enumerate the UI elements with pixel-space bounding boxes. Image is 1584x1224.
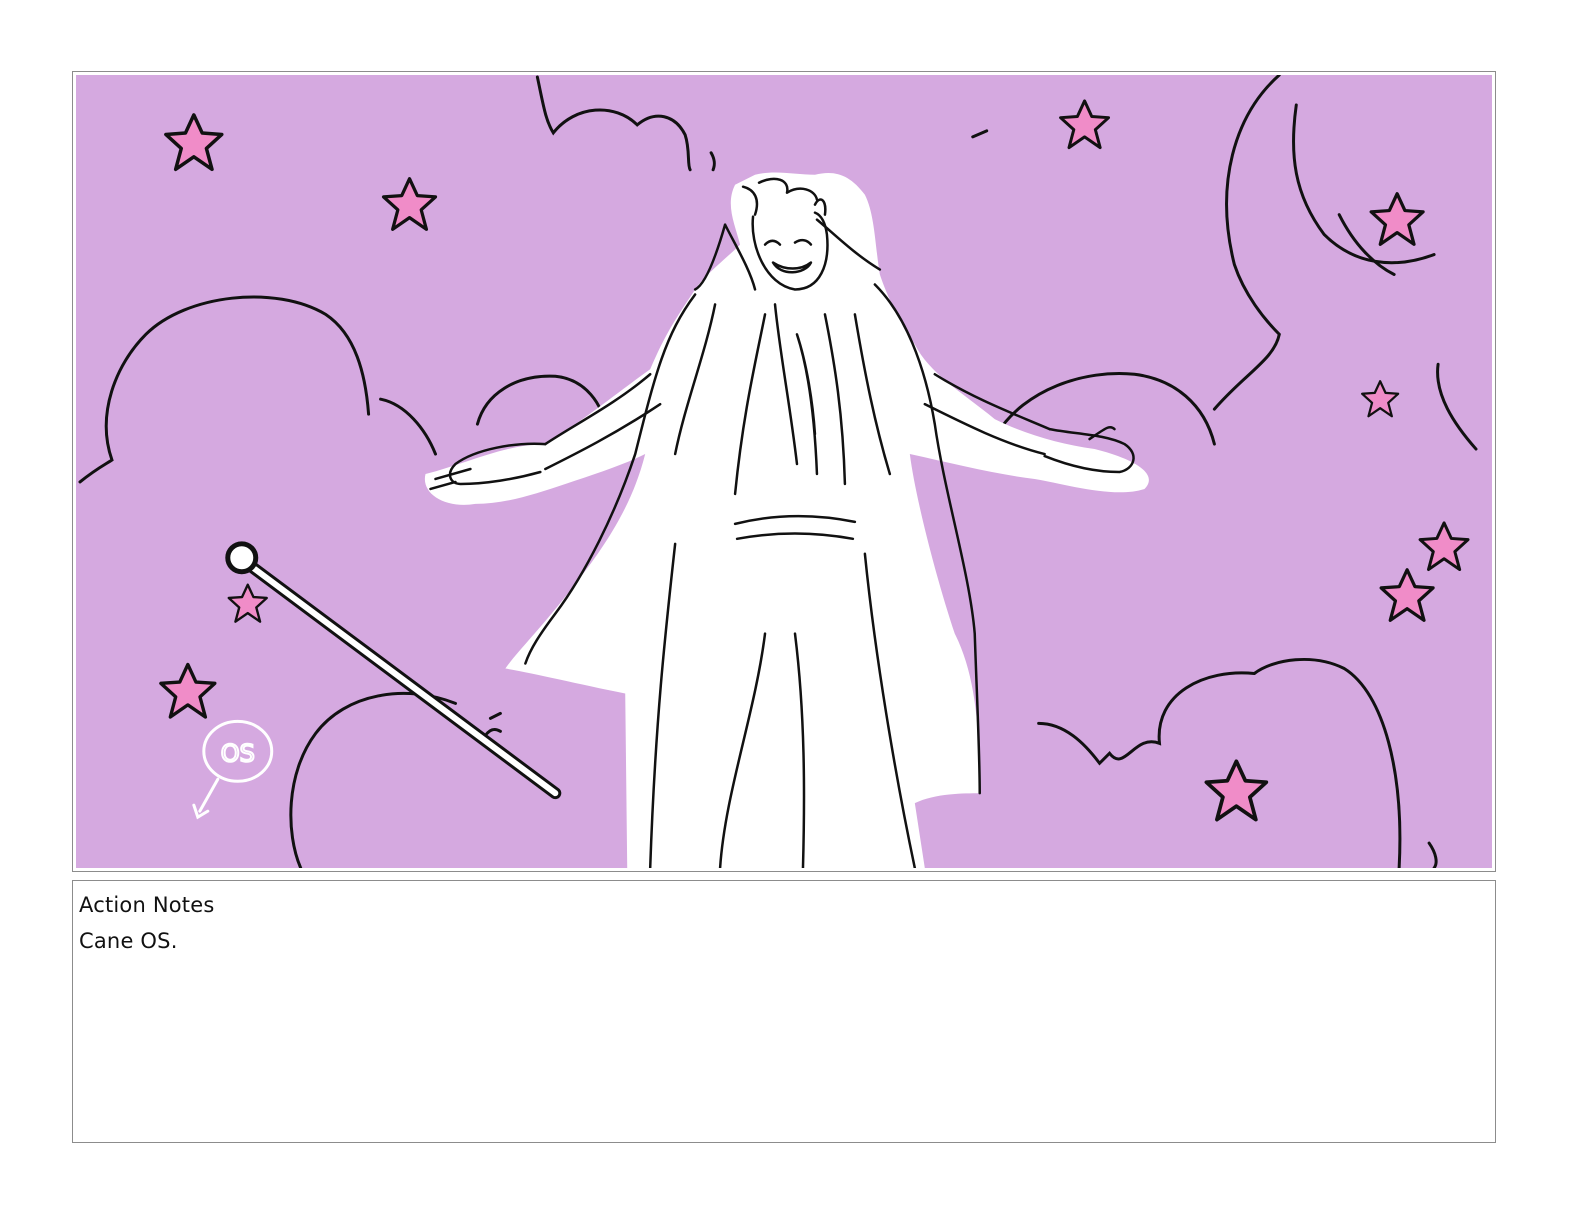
action-notes-text: Cane OS. xyxy=(79,929,178,953)
panel-artwork: OS xyxy=(76,75,1492,868)
storyboard-panel: OS xyxy=(72,71,1496,872)
action-notes-box: Action Notes Cane OS. xyxy=(72,880,1496,1143)
action-notes-heading: Action Notes xyxy=(79,893,215,917)
os-annotation-label: OS xyxy=(221,739,255,767)
